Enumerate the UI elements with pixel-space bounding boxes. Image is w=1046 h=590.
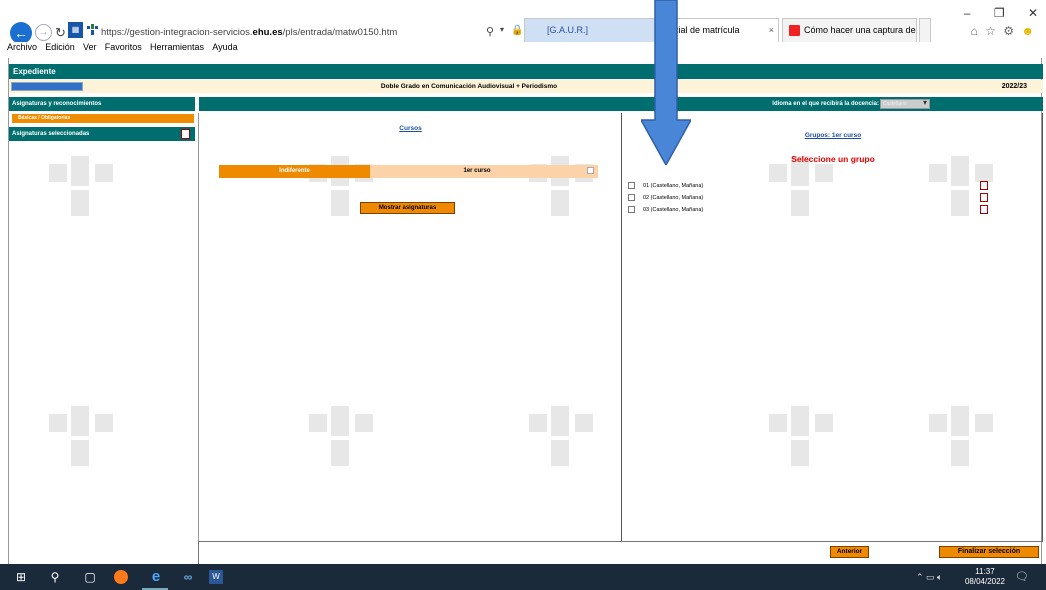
reload-icon[interactable]: ↻ — [55, 25, 66, 41]
bottom-bar: Anterior Finalizar selección — [198, 541, 1043, 564]
degree-name: Doble Grado en Comunicación Audiovisual … — [380, 83, 558, 90]
tab-captura[interactable]: Cómo hacer una captura de pa... — [782, 18, 917, 42]
browser-toolbar: ← → ↻ ▦ https://gestion-integracion-serv… — [0, 0, 1046, 44]
page-content: Expediente Doble Grado en Comunicación A… — [8, 58, 1043, 564]
url-prefix: https://gestion-integracion-servicios. — [101, 27, 253, 38]
course-option-indiferente[interactable]: Indiferente — [219, 165, 370, 178]
menu-favoritos[interactable]: Favoritos — [105, 42, 142, 52]
url-path: /pls/entrada/matw0150.htm — [282, 27, 398, 38]
watermark-logo — [49, 156, 121, 218]
address-bar[interactable]: https://gestion-integracion-servicios.eh… — [101, 27, 397, 38]
clock[interactable]: 11:37 08/04/2022 — [963, 567, 1007, 587]
anterior-button[interactable]: Anterior — [830, 546, 869, 558]
clock-date: 08/04/2022 — [964, 577, 1006, 586]
group-checkbox[interactable] — [628, 206, 635, 213]
webex-icon[interactable]: ∞ — [180, 569, 196, 585]
group-label: 01 (Castellano, Mañana) — [643, 183, 704, 189]
home-icon[interactable]: ⌂ — [971, 24, 978, 38]
smiley-icon[interactable]: ☻ — [1021, 24, 1034, 38]
menu-bar: Archivo Edición Ver Favoritos Herramient… — [0, 42, 1046, 56]
tab-gaur[interactable]: [G.A.U.R.] — [524, 18, 656, 42]
restore-button[interactable]: ❐ — [994, 6, 1005, 20]
idioma-select[interactable]: Castellano — [880, 99, 930, 109]
sidebar-item-label: Asignaturas seleccionadas — [12, 131, 90, 137]
firefox-icon[interactable] — [113, 569, 129, 585]
site-tile-icon[interactable]: ▦ — [68, 22, 83, 38]
menu-edicion[interactable]: Edición — [45, 42, 75, 52]
lock-icon[interactable]: 🔒 — [511, 25, 523, 36]
tab-label: Cómo hacer una captura de pa... — [804, 25, 916, 35]
clock-time: 11:37 — [975, 567, 995, 576]
cursos-title[interactable]: Cursos — [199, 125, 622, 132]
academic-year: 2022/23 — [1001, 83, 1027, 90]
watermark-logo — [49, 406, 121, 468]
search-icon[interactable]: ⚲ — [47, 569, 63, 585]
group-checkbox[interactable] — [628, 182, 635, 189]
schedule-icon[interactable] — [980, 193, 988, 202]
sidebar-item-basicas[interactable]: Básicas / Obligatorias — [12, 114, 194, 123]
search-icon[interactable]: ⚲ — [486, 25, 494, 38]
internet-explorer-icon[interactable]: e — [148, 569, 164, 585]
forward-arrow-icon[interactable]: → — [35, 24, 52, 41]
toolbar-icons: ⌂ ☆ ⚙ ☻ — [967, 24, 1034, 38]
group-row: 03 (Castellano, Mañana) — [628, 205, 1028, 215]
close-window-button[interactable]: ✕ — [1028, 6, 1038, 20]
gear-icon[interactable]: ⚙ — [1003, 24, 1014, 38]
group-checkbox[interactable] — [628, 194, 635, 201]
finalizar-seleccion-button[interactable]: Finalizar selección — [939, 546, 1039, 558]
url-domain: ehu.es — [252, 27, 283, 38]
schedule-icon[interactable] — [980, 181, 988, 190]
close-icon[interactable]: × — [769, 19, 774, 41]
expediente-header: Expediente — [9, 64, 1043, 79]
chevron-down-icon[interactable]: ▾ — [500, 25, 504, 34]
sidebar-item-asignaturas[interactable]: Asignaturas y reconocimientos — [9, 97, 195, 111]
grupos-panel: Grupos: 1er curso Seleccione un grupo 01… — [621, 113, 1043, 541]
menu-archivo[interactable]: Archivo — [7, 42, 37, 52]
menu-ver[interactable]: Ver — [83, 42, 97, 52]
course-checkbox[interactable] — [587, 167, 594, 174]
course-option-1er-curso[interactable]: 1er curso — [370, 165, 584, 178]
report-icon[interactable] — [181, 129, 190, 139]
group-row: 02 (Castellano, Mañana) — [628, 193, 1028, 203]
content-header: Idioma en el que recibirá la docencia: C… — [199, 97, 1043, 111]
group-label: 02 (Castellano, Mañana) — [643, 195, 704, 201]
site-logo-icon — [87, 24, 98, 35]
menu-herramientas[interactable]: Herramientas — [150, 42, 204, 52]
windows-taskbar: ⊞ ⚲ ▢ e ∞ W ⌃ ▭ 🔈︎ 11:37 08/04/2022 🗨︎ — [0, 564, 1046, 590]
group-row: 01 (Castellano, Mañana) — [628, 181, 1028, 191]
notifications-icon[interactable]: 🗨︎ — [1015, 570, 1029, 583]
schedule-icon[interactable] — [980, 205, 988, 214]
new-tab-button[interactable] — [919, 18, 931, 42]
system-tray[interactable]: ⌃ ▭ 🔈︎ — [916, 572, 942, 583]
sidebar-item-seleccionadas[interactable]: Asignaturas seleccionadas — [9, 127, 195, 141]
course-selector: Indiferente 1er curso — [219, 165, 598, 178]
pdf-icon — [789, 25, 800, 37]
cursos-panel: Cursos Indiferente 1er curso Mostrar asi… — [198, 113, 621, 541]
menu-ayuda[interactable]: Ayuda — [212, 42, 237, 52]
tab-label: [G.A.U.R.] — [547, 25, 589, 35]
window-controls: – ❐ ✕ — [944, 6, 1038, 20]
task-view-icon[interactable]: ▢ — [82, 569, 98, 585]
group-label: 03 (Castellano, Mañana) — [643, 207, 704, 213]
minimize-button[interactable]: – — [964, 6, 971, 20]
word-icon[interactable]: W — [208, 569, 224, 585]
mostrar-asignaturas-button[interactable]: Mostrar asignaturas — [360, 202, 455, 214]
star-icon[interactable]: ☆ — [985, 24, 996, 38]
windows-start-icon[interactable]: ⊞ — [13, 569, 29, 585]
idioma-label: Idioma en el que recibirá la docencia: — [772, 101, 879, 107]
annotation-arrow-icon — [641, 0, 691, 165]
back-arrow-icon[interactable]: ← — [10, 22, 32, 44]
